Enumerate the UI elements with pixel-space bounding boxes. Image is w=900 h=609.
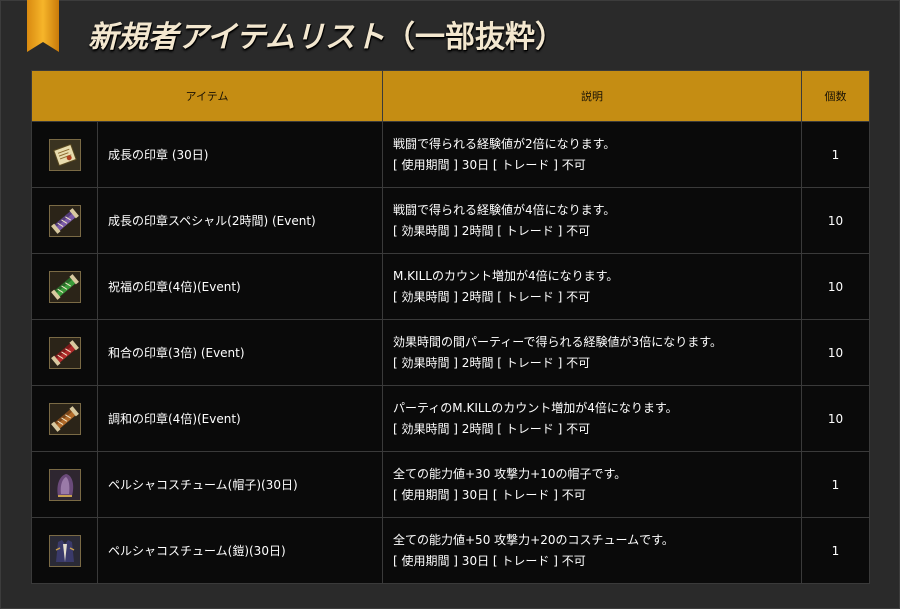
item-table: アイテム 説明 個数 成長の印章 (30日) 戦闘で得られる経験値が2倍になります… [31,70,870,584]
item-description: パーティのM.KILLのカウント増加が4倍になります。 [ 効果時間 ] 2時間 … [382,385,802,452]
table-row: 成長の印章 (30日) 戦闘で得られる経験値が2倍になります。 [ 使用期間 ] 3… [31,121,870,188]
table-row: ペルシャコスチューム(帽子)(30日) 全ての能力値+30 攻撃力+10の帽子です… [31,451,870,518]
header-desc: 説明 [382,70,802,122]
description-line-2: [ 使用期間 ] 30日 [ トレード ] 不可 [393,487,586,502]
description-line-1: 戦闘で得られる経験値が4倍になります。 [393,202,616,217]
table-header-row: アイテム 説明 個数 [31,70,870,122]
item-icon-cell [31,319,98,386]
purple-scroll-icon [48,204,81,237]
page-title-main: 新規者アイテムリスト [88,20,385,55]
description-line-1: 全ての能力値+30 攻撃力+10の帽子です。 [393,466,627,481]
item-quantity: 1 [801,121,870,188]
item-name: ペルシャコスチューム(帽子)(30日) [97,451,383,518]
red-scroll-icon [48,336,81,369]
description-line-1: M.KILLのカウント増加が4倍になります。 [393,268,619,283]
table-row: 祝福の印章(4倍)(Event) M.KILLのカウント増加が4倍になります。 [ … [31,253,870,320]
item-name: 祝福の印章(4倍)(Event) [97,253,383,320]
table-row: 成長の印章スペシャル(2時間) (Event) 戦闘で得られる経験値が4倍になりま… [31,187,870,254]
table-row: ペルシャコスチューム(鎧)(30日) 全ての能力値+50 攻撃力+20のコスチュー… [31,517,870,584]
description-line-1: パーティのM.KILLのカウント増加が4倍になります。 [393,400,678,415]
page-title: 新規者アイテムリスト（一部抜粋） [88,12,565,56]
table-row: 調和の印章(4倍)(Event) パーティのM.KILLのカウント増加が4倍になり… [31,385,870,452]
item-description: 効果時間の間パーティーで得られる経験値が3倍になります。 [ 効果時間 ] 2時間… [382,319,802,386]
green-scroll-icon [48,270,81,303]
armor-costume-icon [48,534,81,567]
description-line-2: [ 使用期間 ] 30日 [ トレード ] 不可 [393,157,586,172]
item-name: ペルシャコスチューム(鎧)(30日) [97,517,383,584]
description-line-2: [ 効果時間 ] 2時間 [ トレード ] 不可 [393,421,591,436]
item-icon-cell [31,385,98,452]
item-description: 戦闘で得られる経験値が2倍になります。 [ 使用期間 ] 30日 [ トレード ]… [382,121,802,188]
hat-costume-icon [48,468,81,501]
item-quantity: 10 [801,187,870,254]
item-description: 全ての能力値+50 攻撃力+20のコスチュームです。 [ 使用期間 ] 30日 [… [382,517,802,584]
description-line-2: [ 効果時間 ] 2時間 [ トレード ] 不可 [393,223,591,238]
item-quantity: 1 [801,517,870,584]
item-quantity: 1 [801,451,870,518]
item-description: 全ての能力値+30 攻撃力+10の帽子です。 [ 使用期間 ] 30日 [ トレー… [382,451,802,518]
table-row: 和合の印章(3倍) (Event) 効果時間の間パーティーで得られる経験値が3倍に… [31,319,870,386]
item-name: 成長の印章 (30日) [97,121,383,188]
page-title-paren: （一部抜粋） [385,20,565,55]
item-quantity: 10 [801,253,870,320]
header-item: アイテム [31,70,383,122]
item-name: 調和の印章(4倍)(Event) [97,385,383,452]
description-line-2: [ 効果時間 ] 2時間 [ トレード ] 不可 [393,289,591,304]
description-line-2: [ 使用期間 ] 30日 [ トレード ] 不可 [393,553,586,568]
item-description: 戦闘で得られる経験値が4倍になります。 [ 効果時間 ] 2時間 [ トレード ]… [382,187,802,254]
item-icon-cell [31,451,98,518]
description-line-1: 戦闘で得られる経験値が2倍になります。 [393,136,616,151]
item-icon-cell [31,253,98,320]
item-name: 和合の印章(3倍) (Event) [97,319,383,386]
item-icon-cell [31,121,98,188]
description-line-1: 全ての能力値+50 攻撃力+20のコスチュームです。 [393,532,674,547]
item-quantity: 10 [801,385,870,452]
orange-scroll-icon [48,402,81,435]
bookmark-ribbon-icon [27,0,59,52]
description-line-1: 効果時間の間パーティーで得られる経験値が3倍になります。 [393,334,722,349]
description-line-2: [ 効果時間 ] 2時間 [ トレード ] 不可 [393,355,591,370]
header-qty: 個数 [801,70,870,122]
item-description: M.KILLのカウント増加が4倍になります。 [ 効果時間 ] 2時間 [ トレー… [382,253,802,320]
item-quantity: 10 [801,319,870,386]
item-name: 成長の印章スペシャル(2時間) (Event) [97,187,383,254]
item-icon-cell [31,187,98,254]
seal-scroll-icon [48,138,81,171]
item-icon-cell [31,517,98,584]
